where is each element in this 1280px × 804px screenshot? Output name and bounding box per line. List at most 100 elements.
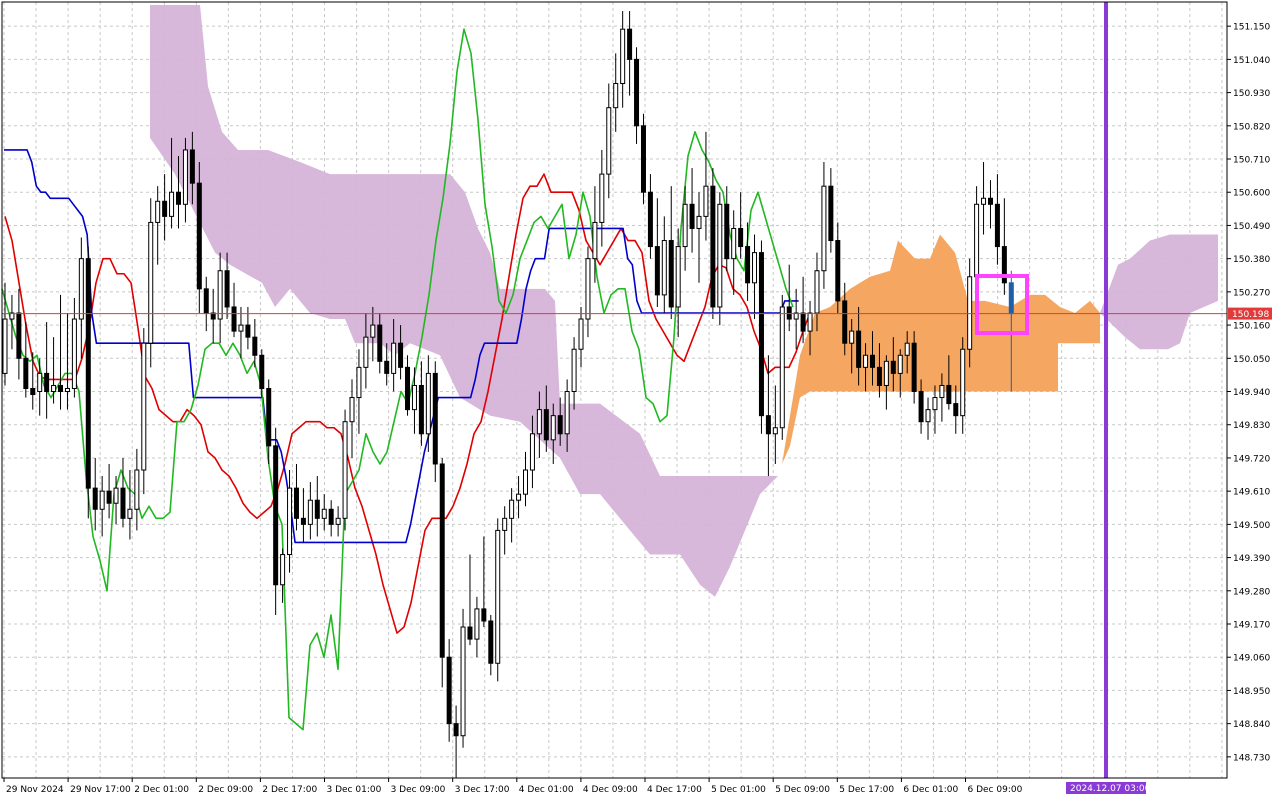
y-tick-label: 150.160 xyxy=(1233,322,1270,332)
x-tick-label: 4 Dec 17:00 xyxy=(647,785,702,795)
candle-body xyxy=(411,384,417,411)
candle-body xyxy=(529,433,535,471)
x-tick-label: 5 Dec 17:00 xyxy=(839,785,894,795)
y-tick-label: 150.050 xyxy=(1233,355,1270,365)
candle-body xyxy=(627,28,633,60)
x-tick-label: 3 Dec 09:00 xyxy=(391,785,446,795)
time-marker-label: 2024.12.07 03:00 xyxy=(1070,784,1151,794)
candle-body xyxy=(953,403,959,417)
candle-body xyxy=(564,391,570,435)
candle-body xyxy=(474,608,480,640)
candle-body xyxy=(918,391,924,423)
candle-body xyxy=(418,384,424,435)
candle-body xyxy=(675,246,681,308)
candle-body xyxy=(897,354,903,374)
candle-body xyxy=(1008,282,1014,315)
candle-body xyxy=(960,348,966,417)
candle-body xyxy=(696,215,702,229)
x-tick-label: 4 Dec 09:00 xyxy=(583,785,638,795)
candle-body xyxy=(835,240,841,302)
candle-body xyxy=(349,397,355,423)
ichimoku-chart[interactable]: 150.198 2024.12.07 03:00 151.150 151.040 15… xyxy=(0,0,1280,800)
candle-body xyxy=(911,342,917,393)
candle-body xyxy=(703,185,709,217)
y-tick-label: 150.270 xyxy=(1233,288,1270,298)
candle-body xyxy=(925,409,931,423)
candle-body xyxy=(196,182,202,290)
candle-body xyxy=(134,469,140,510)
candle-body xyxy=(113,487,119,504)
candle-body xyxy=(2,318,8,374)
candle-body xyxy=(300,517,306,525)
candle-body xyxy=(800,312,806,332)
x-tick-label: 29 Nov 2024 xyxy=(6,785,64,795)
y-tick-label: 150.600 xyxy=(1233,189,1270,199)
candle-body xyxy=(543,409,549,441)
candle-body xyxy=(863,354,869,368)
candle-body xyxy=(786,306,792,320)
candle-body xyxy=(85,258,91,489)
candle-body xyxy=(557,415,563,435)
candle-body xyxy=(883,360,889,386)
x-tick-label: 3 Dec 17:00 xyxy=(455,785,510,795)
y-tick-label: 150.380 xyxy=(1233,255,1270,265)
candle-body xyxy=(127,508,133,519)
candle-body xyxy=(613,83,619,109)
candle-body xyxy=(273,445,279,586)
y-tick-label: 148.840 xyxy=(1233,720,1270,730)
current-price-label: 150.198 xyxy=(1232,310,1269,320)
candle-body xyxy=(120,487,126,519)
y-tick-label: 149.610 xyxy=(1233,488,1270,498)
candle-body xyxy=(689,203,695,229)
candle-body xyxy=(758,252,764,417)
candle-body xyxy=(765,415,771,435)
candle-body xyxy=(488,620,494,664)
candle-body xyxy=(904,342,910,356)
y-tick-label: 149.390 xyxy=(1233,554,1270,564)
candle-body xyxy=(599,173,605,223)
candle-body xyxy=(321,508,327,519)
candle-body xyxy=(842,300,848,344)
y-tick-label: 149.720 xyxy=(1233,454,1270,464)
candle-body xyxy=(224,270,230,308)
y-tick-label: 149.940 xyxy=(1233,388,1270,398)
candle-body xyxy=(307,499,313,525)
y-tick-label: 150.710 xyxy=(1233,156,1270,166)
candle-body xyxy=(460,626,466,737)
x-tick-label: 5 Dec 09:00 xyxy=(775,785,830,795)
candle-body xyxy=(814,270,820,314)
candle-body xyxy=(502,517,508,531)
candle-body xyxy=(58,384,64,393)
y-tick-label: 149.830 xyxy=(1233,421,1270,431)
candle-body xyxy=(856,330,862,368)
candle-body xyxy=(578,318,584,350)
candle-body xyxy=(391,342,397,374)
x-tick-label: 4 Dec 01:00 xyxy=(519,785,574,795)
candle-body xyxy=(571,348,577,393)
candle-body xyxy=(155,200,161,223)
candle-body xyxy=(682,203,688,248)
candle-body xyxy=(495,529,501,664)
candle-body xyxy=(37,372,43,393)
candle-body xyxy=(745,246,751,284)
candle-body xyxy=(280,554,286,586)
y-tick-label: 149.170 xyxy=(1233,621,1270,631)
candle-body xyxy=(252,336,258,356)
candle-body xyxy=(189,149,195,184)
candle-body xyxy=(724,203,730,260)
candle-body xyxy=(106,490,112,504)
candle-body xyxy=(946,384,952,405)
candle-body xyxy=(994,203,1000,248)
candle-body xyxy=(217,270,223,320)
candle-body xyxy=(64,387,70,393)
x-tick-label: 2 Dec 09:00 xyxy=(198,785,253,795)
candle-body xyxy=(772,427,778,435)
candle-body xyxy=(169,191,175,217)
candle-body xyxy=(453,723,459,737)
candle-body xyxy=(870,354,875,368)
y-tick-label: 149.280 xyxy=(1233,587,1270,597)
x-tick-label: 3 Dec 01:00 xyxy=(327,785,382,795)
candle-body xyxy=(738,227,744,248)
candle-body xyxy=(44,372,50,393)
candle-body xyxy=(377,324,383,362)
